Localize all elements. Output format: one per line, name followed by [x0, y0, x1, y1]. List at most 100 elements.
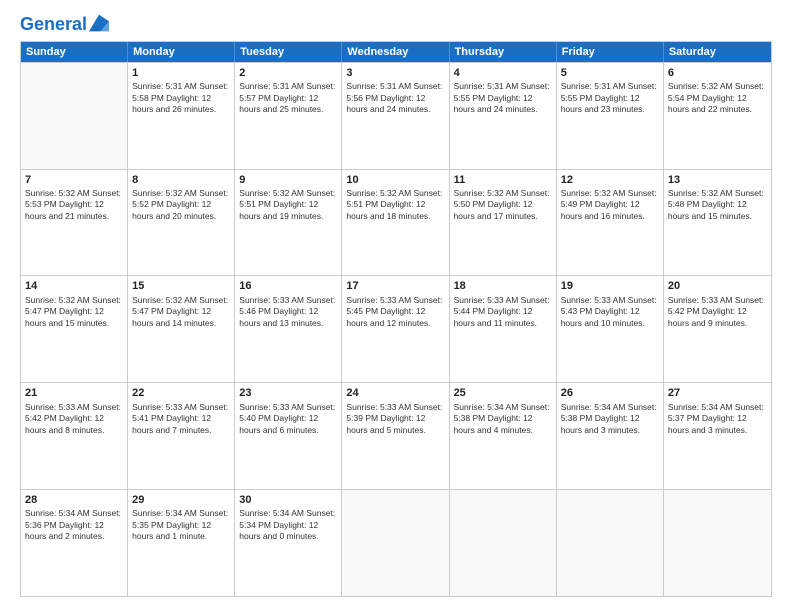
- cell-date: 15: [132, 279, 230, 293]
- cell-date: 16: [239, 279, 337, 293]
- cell-date: 11: [454, 173, 552, 187]
- calendar-cell: 7Sunrise: 5:32 AM Sunset: 5:53 PM Daylig…: [21, 170, 128, 276]
- page: General SundayMondayTuesdayWednesdayThur…: [0, 0, 792, 612]
- cell-info: Sunrise: 5:33 AM Sunset: 5:39 PM Dayligh…: [346, 402, 444, 436]
- day-header-saturday: Saturday: [664, 42, 771, 62]
- cell-info: Sunrise: 5:32 AM Sunset: 5:54 PM Dayligh…: [668, 81, 767, 115]
- cell-info: Sunrise: 5:32 AM Sunset: 5:51 PM Dayligh…: [346, 188, 444, 222]
- cell-date: 6: [668, 66, 767, 80]
- calendar-week-2: 7Sunrise: 5:32 AM Sunset: 5:53 PM Daylig…: [21, 169, 771, 276]
- cell-info: Sunrise: 5:34 AM Sunset: 5:37 PM Dayligh…: [668, 402, 767, 436]
- cell-date: 26: [561, 386, 659, 400]
- day-header-thursday: Thursday: [450, 42, 557, 62]
- cell-info: Sunrise: 5:31 AM Sunset: 5:56 PM Dayligh…: [346, 81, 444, 115]
- calendar-cell: 16 Sunrise: 5:33 AM Sunset: 5:46 PM Dayli…: [235, 276, 342, 382]
- cell-date: 28: [25, 493, 123, 507]
- cell-date: 17: [346, 279, 444, 293]
- cell-info: Sunrise: 5:32 AM Sunset: 5:51 PM Dayligh…: [239, 188, 337, 222]
- cell-date: 13: [668, 173, 767, 187]
- calendar-week-4: 21 Sunrise: 5:33 AM Sunset: 5:42 PM Dayli…: [21, 382, 771, 489]
- cell-info: Sunrise: 5:33 AM Sunset: 5:40 PM Dayligh…: [239, 402, 337, 436]
- cell-date: 7: [25, 173, 123, 187]
- day-header-wednesday: Wednesday: [342, 42, 449, 62]
- cell-info: Sunrise: 5:34 AM Sunset: 5:34 PM Dayligh…: [239, 508, 337, 542]
- cell-info: Sunrise: 5:33 AM Sunset: 5:42 PM Dayligh…: [25, 402, 123, 436]
- cell-info: Sunrise: 5:32 AM Sunset: 5:47 PM Dayligh…: [25, 295, 123, 329]
- cell-date: 14: [25, 279, 123, 293]
- calendar-cell: 12Sunrise: 5:32 AM Sunset: 5:49 PM Dayli…: [557, 170, 664, 276]
- cell-info: Sunrise: 5:33 AM Sunset: 5:44 PM Dayligh…: [454, 295, 552, 329]
- calendar-cell: 1Sunrise: 5:31 AM Sunset: 5:58 PM Daylig…: [128, 63, 235, 169]
- cell-info: Sunrise: 5:33 AM Sunset: 5:41 PM Dayligh…: [132, 402, 230, 436]
- logo-text: General: [20, 15, 87, 35]
- cell-info: Sunrise: 5:32 AM Sunset: 5:49 PM Dayligh…: [561, 188, 659, 222]
- calendar-cell: 6Sunrise: 5:32 AM Sunset: 5:54 PM Daylig…: [664, 63, 771, 169]
- calendar-cell: [557, 490, 664, 596]
- cell-info: Sunrise: 5:34 AM Sunset: 5:35 PM Dayligh…: [132, 508, 230, 542]
- calendar-cell: 10Sunrise: 5:32 AM Sunset: 5:51 PM Dayli…: [342, 170, 449, 276]
- cell-date: 27: [668, 386, 767, 400]
- calendar-cell: 25Sunrise: 5:34 AM Sunset: 5:38 PM Dayli…: [450, 383, 557, 489]
- cell-date: 24: [346, 386, 444, 400]
- day-header-sunday: Sunday: [21, 42, 128, 62]
- cell-date: 18: [454, 279, 552, 293]
- calendar-cell: 30Sunrise: 5:34 AM Sunset: 5:34 PM Dayli…: [235, 490, 342, 596]
- calendar-week-3: 14 Sunrise: 5:32 AM Sunset: 5:47 PM Dayli…: [21, 275, 771, 382]
- day-header-monday: Monday: [128, 42, 235, 62]
- calendar-cell: [664, 490, 771, 596]
- cell-info: Sunrise: 5:32 AM Sunset: 5:53 PM Dayligh…: [25, 188, 123, 222]
- cell-info: Sunrise: 5:31 AM Sunset: 5:58 PM Dayligh…: [132, 81, 230, 115]
- logo-icon: [89, 13, 109, 33]
- calendar-cell: 27 Sunrise: 5:34 AM Sunset: 5:37 PM Dayli…: [664, 383, 771, 489]
- calendar-cell: 28Sunrise: 5:34 AM Sunset: 5:36 PM Dayli…: [21, 490, 128, 596]
- cell-info: Sunrise: 5:34 AM Sunset: 5:38 PM Dayligh…: [561, 402, 659, 436]
- calendar-week-1: 1Sunrise: 5:31 AM Sunset: 5:58 PM Daylig…: [21, 62, 771, 169]
- cell-info: Sunrise: 5:32 AM Sunset: 5:50 PM Dayligh…: [454, 188, 552, 222]
- cell-date: 30: [239, 493, 337, 507]
- cell-date: 4: [454, 66, 552, 80]
- cell-date: 5: [561, 66, 659, 80]
- header: General: [20, 15, 772, 33]
- cell-date: 20: [668, 279, 767, 293]
- cell-date: 19: [561, 279, 659, 293]
- cell-date: 22: [132, 386, 230, 400]
- calendar-cell: 20 Sunrise: 5:33 AM Sunset: 5:42 PM Dayli…: [664, 276, 771, 382]
- calendar-cell: 11Sunrise: 5:32 AM Sunset: 5:50 PM Dayli…: [450, 170, 557, 276]
- calendar-cell: [342, 490, 449, 596]
- calendar-cell: 26 Sunrise: 5:34 AM Sunset: 5:38 PM Dayli…: [557, 383, 664, 489]
- cell-info: Sunrise: 5:34 AM Sunset: 5:38 PM Dayligh…: [454, 402, 552, 436]
- cell-date: 29: [132, 493, 230, 507]
- day-header-tuesday: Tuesday: [235, 42, 342, 62]
- logo: General: [20, 15, 109, 33]
- cell-date: 12: [561, 173, 659, 187]
- calendar-cell: 13Sunrise: 5:32 AM Sunset: 5:48 PM Dayli…: [664, 170, 771, 276]
- cell-date: 10: [346, 173, 444, 187]
- calendar-cell: 19Sunrise: 5:33 AM Sunset: 5:43 PM Dayli…: [557, 276, 664, 382]
- calendar-cell: 8Sunrise: 5:32 AM Sunset: 5:52 PM Daylig…: [128, 170, 235, 276]
- calendar-week-5: 28Sunrise: 5:34 AM Sunset: 5:36 PM Dayli…: [21, 489, 771, 596]
- cell-info: Sunrise: 5:34 AM Sunset: 5:36 PM Dayligh…: [25, 508, 123, 542]
- calendar-cell: 2Sunrise: 5:31 AM Sunset: 5:57 PM Daylig…: [235, 63, 342, 169]
- calendar-cell: 18 Sunrise: 5:33 AM Sunset: 5:44 PM Dayli…: [450, 276, 557, 382]
- calendar-cell: 29Sunrise: 5:34 AM Sunset: 5:35 PM Dayli…: [128, 490, 235, 596]
- cell-date: 1: [132, 66, 230, 80]
- cell-info: Sunrise: 5:33 AM Sunset: 5:42 PM Dayligh…: [668, 295, 767, 329]
- calendar-cell: 17Sunrise: 5:33 AM Sunset: 5:45 PM Dayli…: [342, 276, 449, 382]
- cell-info: Sunrise: 5:32 AM Sunset: 5:48 PM Dayligh…: [668, 188, 767, 222]
- calendar-body: 1Sunrise: 5:31 AM Sunset: 5:58 PM Daylig…: [21, 62, 771, 596]
- cell-info: Sunrise: 5:33 AM Sunset: 5:46 PM Dayligh…: [239, 295, 337, 329]
- calendar-cell: 4Sunrise: 5:31 AM Sunset: 5:55 PM Daylig…: [450, 63, 557, 169]
- calendar: SundayMondayTuesdayWednesdayThursdayFrid…: [20, 41, 772, 597]
- cell-date: 23: [239, 386, 337, 400]
- cell-info: Sunrise: 5:32 AM Sunset: 5:47 PM Dayligh…: [132, 295, 230, 329]
- cell-date: 9: [239, 173, 337, 187]
- calendar-cell: [21, 63, 128, 169]
- calendar-cell: [450, 490, 557, 596]
- calendar-cell: 22 Sunrise: 5:33 AM Sunset: 5:41 PM Dayli…: [128, 383, 235, 489]
- calendar-cell: 15 Sunrise: 5:32 AM Sunset: 5:47 PM Dayli…: [128, 276, 235, 382]
- cell-date: 3: [346, 66, 444, 80]
- cell-date: 21: [25, 386, 123, 400]
- calendar-header: SundayMondayTuesdayWednesdayThursdayFrid…: [21, 42, 771, 62]
- calendar-cell: 3Sunrise: 5:31 AM Sunset: 5:56 PM Daylig…: [342, 63, 449, 169]
- cell-date: 8: [132, 173, 230, 187]
